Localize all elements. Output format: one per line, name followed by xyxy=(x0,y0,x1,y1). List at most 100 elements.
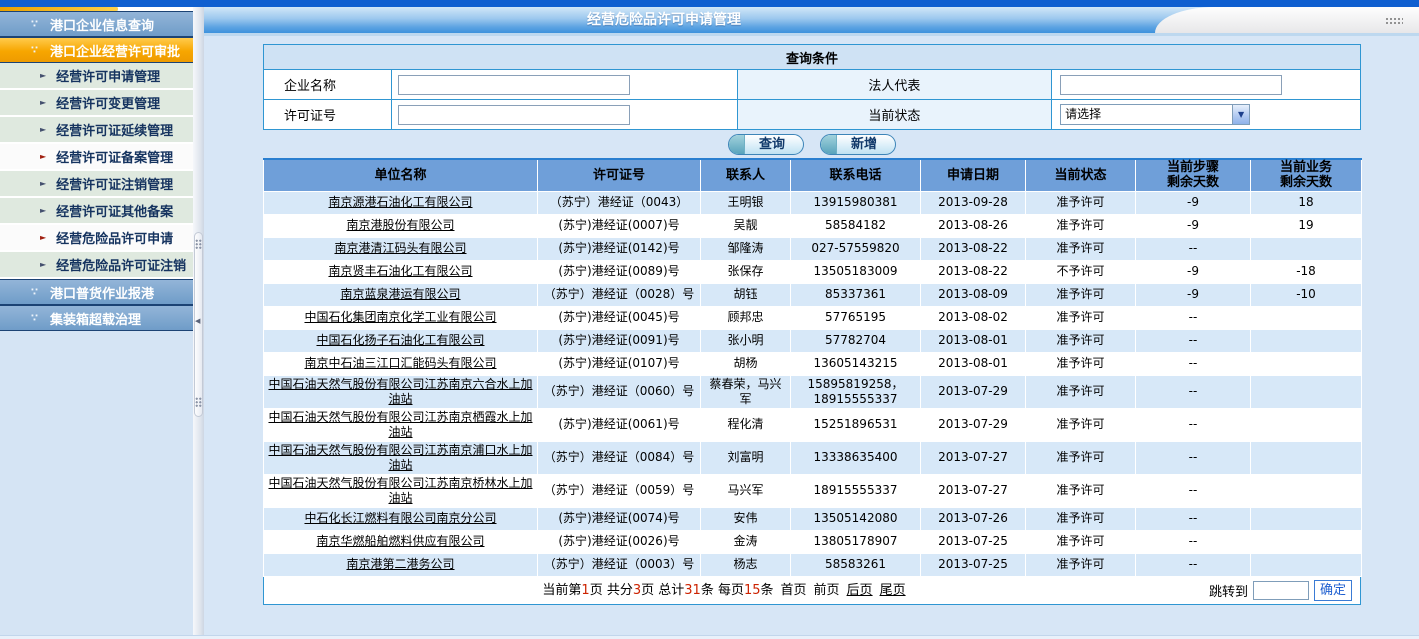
pagination-link[interactable]: 后页 xyxy=(847,583,873,598)
table-row: 南京蓝泉港运有限公司（苏宁）港经证（0028）号胡钰853373612013-0… xyxy=(264,283,1362,306)
company-cell: 中国石油天然气股份有限公司江苏南京栖霞水上加油站 xyxy=(264,408,538,441)
license-cell: (苏宁)港经证(0061)号 xyxy=(538,408,701,441)
company-link[interactable]: 南京港第二港务公司 xyxy=(346,557,454,571)
company-link[interactable]: 中石化长江燃料有限公司南京分公司 xyxy=(304,511,496,525)
step-days-cell: -- xyxy=(1136,306,1251,329)
phone-cell: 13605143215 xyxy=(791,352,921,375)
biz-days-cell xyxy=(1251,553,1362,576)
sidebar-item[interactable]: ►经营许可证备案管理 xyxy=(0,144,193,171)
sidebar-item[interactable]: ∵集装箱超载治理 xyxy=(0,305,193,331)
pagination-number: 31 xyxy=(684,583,701,598)
company-link[interactable]: 中国石化扬子石油化工有限公司 xyxy=(316,333,484,347)
splitter-grip-dots-icon xyxy=(195,239,202,249)
pagination-text: 页 总计 xyxy=(641,583,684,598)
license-cell: (苏宁)港经证(0026)号 xyxy=(538,530,701,553)
query-panel-title: 查询条件 xyxy=(264,45,1361,70)
company-link[interactable]: 南京贤丰石油化工有限公司 xyxy=(328,264,472,278)
sidebar-item[interactable]: ►经营许可证注销管理 xyxy=(0,171,193,198)
menu-arrow-icon: ► xyxy=(40,260,46,269)
license-no-input[interactable] xyxy=(398,105,630,125)
status-cell: 准予许可 xyxy=(1026,474,1136,507)
chevron-down-icon[interactable]: ▼ xyxy=(1232,105,1249,124)
contact-cell: 刘富明 xyxy=(701,441,791,474)
pagination-number: 1 xyxy=(581,583,589,598)
phone-cell: 58583261 xyxy=(791,553,921,576)
step-days-cell: -- xyxy=(1136,352,1251,375)
phone-cell: 027-57559820 xyxy=(791,237,921,260)
phone-cell: 15895819258， 18915555337 xyxy=(791,375,921,408)
company-link[interactable]: 南京港清江码头有限公司 xyxy=(334,241,466,255)
step-days-cell: -9 xyxy=(1136,283,1251,306)
sidebar-item[interactable]: ►经营许可申请管理 xyxy=(0,63,193,90)
company-link[interactable]: 中国石油天然气股份有限公司江苏南京浦口水上加油站 xyxy=(268,443,532,472)
pagination-link[interactable]: 尾页 xyxy=(880,583,906,598)
status-cell: 准予许可 xyxy=(1026,214,1136,237)
sidebar-item[interactable]: ► 经营许可证其他备案 xyxy=(0,198,193,225)
status-cell: 准予许可 xyxy=(1026,306,1136,329)
sidebar-item[interactable]: ∵港口企业经营许可审批 xyxy=(0,37,193,63)
contact-cell: 张小明 xyxy=(701,329,791,352)
legal-rep-input[interactable] xyxy=(1060,75,1282,95)
search-button[interactable]: 查询 xyxy=(728,134,804,155)
biz-days-cell xyxy=(1251,474,1362,507)
company-link[interactable]: 中国石油天然气股份有限公司江苏南京六合水上加油站 xyxy=(268,377,532,406)
contact-cell: 胡钰 xyxy=(701,283,791,306)
sidebar-item[interactable]: ►经营许可证延续管理 xyxy=(0,117,193,144)
confirm-button[interactable]: 确定 xyxy=(1314,580,1352,601)
page-title: 经营危险品许可申请管理 xyxy=(204,7,1124,33)
company-link[interactable]: 南京源港石油化工有限公司 xyxy=(328,195,472,209)
sidebar-splitter[interactable]: ◀ xyxy=(193,7,204,639)
company-name-input[interactable] xyxy=(398,75,630,95)
step-days-cell: -- xyxy=(1136,375,1251,408)
license-cell: （苏宁）港经证（0084）号 xyxy=(538,441,701,474)
sidebar-menu: ∵港口企业信息查询∵港口企业经营许可审批►经营许可申请管理►经营许可变更管理►经… xyxy=(0,11,193,639)
contact-cell: 邹隆涛 xyxy=(701,237,791,260)
sidebar-item[interactable]: ►经营许可变更管理 xyxy=(0,90,193,117)
menu-arrow-icon: ► xyxy=(40,206,46,215)
pagination-bar: 当前第1页 共分3页 总计31条 每页15条首页前页后页尾页 跳转到 确定 xyxy=(263,577,1361,605)
company-link[interactable]: 南京中石油三江口汇能码头有限公司 xyxy=(304,356,496,370)
gold-banner-swoosh xyxy=(0,7,118,11)
company-link[interactable]: 中国石油天然气股份有限公司江苏南京栖霞水上加油站 xyxy=(268,410,532,439)
status-select[interactable]: 请选择 ▼ xyxy=(1060,104,1250,125)
sidebar-item[interactable]: ►经营危险品许可证注销 xyxy=(0,252,193,279)
add-new-button[interactable]: 新增 xyxy=(820,134,896,155)
table-row: 中石化长江燃料有限公司南京分公司(苏宁)港经证(0074)号安伟13505142… xyxy=(264,507,1362,530)
biz-days-cell: -10 xyxy=(1251,283,1362,306)
step-days-cell: -- xyxy=(1136,553,1251,576)
column-header: 联系电话 xyxy=(791,159,921,191)
license-cell: （苏宁）港经证（0003）号 xyxy=(538,553,701,576)
legal-rep-label: 法人代表 xyxy=(737,70,1051,100)
company-link[interactable]: 南京华燃船舶燃料供应有限公司 xyxy=(316,534,484,548)
company-link[interactable]: 南京蓝泉港运有限公司 xyxy=(340,287,460,301)
license-cell: (苏宁)港经证(0007)号 xyxy=(538,214,701,237)
company-link[interactable]: 中国石油天然气股份有限公司江苏南京桥林水上加油站 xyxy=(268,476,532,505)
biz-days-cell xyxy=(1251,329,1362,352)
license-cell: (苏宁)港经证(0142)号 xyxy=(538,237,701,260)
sidebar-item[interactable]: ∵港口普货作业报港 xyxy=(0,279,193,305)
top-blue-bar xyxy=(0,0,1419,7)
sidebar-item[interactable]: ∵港口企业信息查询 xyxy=(0,11,193,37)
sidebar-item[interactable]: ►经营危险品许可申请 xyxy=(0,225,193,252)
company-cell: 南京港清江码头有限公司 xyxy=(264,237,538,260)
company-cell: 中石化长江燃料有限公司南京分公司 xyxy=(264,507,538,530)
step-days-cell: -9 xyxy=(1136,260,1251,283)
collapse-left-arrow-icon[interactable]: ◀ xyxy=(195,317,200,325)
company-link[interactable]: 南京港股份有限公司 xyxy=(346,218,454,232)
table-row: 中国石油天然气股份有限公司江苏南京栖霞水上加油站(苏宁)港经证(0061)号程化… xyxy=(264,408,1362,441)
table-row: 中国石油天然气股份有限公司江苏南京六合水上加油站（苏宁）港经证（0060）号蔡春… xyxy=(264,375,1362,408)
pagination-text: 页 共分 xyxy=(590,583,633,598)
menu-dots-arrow-icon: ∵ xyxy=(31,45,38,56)
menu-arrow-icon: ► xyxy=(40,98,46,107)
pagination-summary: 当前第1页 共分3页 总计31条 每页15条首页前页后页尾页 xyxy=(264,577,1184,605)
titlebar-white-cap xyxy=(1155,7,1419,33)
license-cell: (苏宁)港经证(0089)号 xyxy=(538,260,701,283)
pagination-text: 当前第 xyxy=(542,583,581,598)
sidebar-item-label: 经营许可证延续管理 xyxy=(56,120,173,139)
action-button-row: 查询 新增 xyxy=(263,132,1361,157)
company-cell: 南京港第二港务公司 xyxy=(264,553,538,576)
company-link[interactable]: 中国石化集团南京化学工业有限公司 xyxy=(304,310,496,324)
table-row: 中国石化集团南京化学工业有限公司(苏宁)港经证(0045)号顾邦忠5776519… xyxy=(264,306,1362,329)
jump-page-input[interactable] xyxy=(1253,581,1309,600)
sidebar-item-label: 经营许可证其他备案 xyxy=(56,201,173,220)
